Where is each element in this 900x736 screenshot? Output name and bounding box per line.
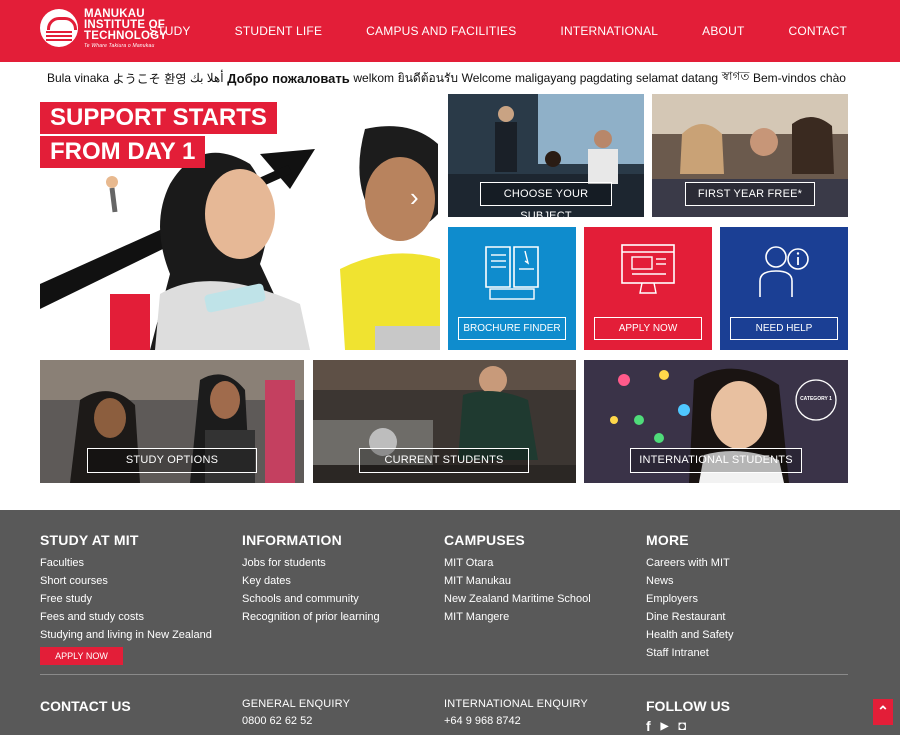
tile-apply-now[interactable]: APPLY NOW (584, 227, 712, 350)
footer-campuses-col: CAMPUSES MIT Otara MIT Manukau New Zeala… (444, 532, 591, 626)
footer-link-free-study[interactable]: Free study (40, 593, 92, 605)
person-info-icon (759, 246, 809, 297)
footer-study-col: STUDY AT MIT Faculties Short courses Fre… (40, 532, 212, 665)
hero-headline-1: SUPPORT STARTS (40, 102, 277, 134)
footer-more-col: MORE Careers with MIT News Employers Din… (646, 532, 733, 662)
tile-international-students[interactable]: CATEGORY 1 INTERNATIONAL STUDENTS (584, 360, 848, 483)
main-nav: STUDY STUDENT LIFE CAMPUS AND FACILITIES… (149, 0, 900, 62)
tile-first-year-free[interactable]: FIRST YEAR FREE* (652, 94, 848, 217)
footer-link-schools[interactable]: Schools and community (242, 593, 359, 605)
footer-link-faculties[interactable]: Faculties (40, 557, 84, 569)
welcome-dutch: welkom (353, 71, 395, 85)
welcome-japanese: ようこそ (112, 71, 161, 86)
footer-study-title: STUDY AT MIT (40, 532, 139, 548)
site-header: MANUKAU INSTITUTE OF TECHNOLOGY Te Whare… (0, 0, 900, 62)
nav-contact[interactable]: CONTACT (788, 24, 847, 38)
footer-international-enquiry: INTERNATIONAL ENQUIRY +64 9 968 8742 (444, 698, 588, 727)
footer-link-studying-living[interactable]: Studying and living in New Zealand (40, 629, 212, 641)
footer-divider (40, 674, 848, 675)
social-icons: f ▶ ◘ (646, 718, 730, 736)
footer-follow: FOLLOW US f ▶ ◘ (646, 698, 730, 736)
footer-link-key-dates[interactable]: Key dates (242, 575, 291, 587)
nav-about[interactable]: ABOUT (702, 24, 744, 38)
footer-link-health-safety[interactable]: Health and Safety (646, 629, 733, 641)
tile-need-help[interactable]: NEED HELP (720, 227, 848, 350)
footer-link-employers[interactable]: Employers (646, 593, 698, 605)
general-enquiry-label: GENERAL ENQUIRY (242, 698, 351, 710)
study-options-button[interactable]: STUDY OPTIONS (87, 448, 257, 473)
footer-link-maritime[interactable]: New Zealand Maritime School (444, 593, 591, 605)
welcome-vietnamese: chào (819, 71, 846, 85)
footer-information-title: INFORMATION (242, 532, 342, 548)
welcome-arabic: أهلا بك (189, 71, 224, 85)
carousel-prev-icon[interactable]: ‹ (58, 184, 67, 210)
footer-link-staff-intranet[interactable]: Staff Intranet (646, 647, 709, 659)
first-year-free-button[interactable]: FIRST YEAR FREE* (685, 182, 815, 206)
footer-link-careers[interactable]: Careers with MIT (646, 557, 730, 569)
carousel-next-icon[interactable]: › (410, 184, 419, 210)
footer-link-dine[interactable]: Dine Restaurant (646, 611, 726, 623)
footer-contact: CONTACT US (40, 698, 131, 714)
nav-study[interactable]: STUDY (149, 24, 191, 38)
current-students-button[interactable]: CURRENT STUDENTS (359, 448, 529, 473)
hero-headline-2: FROM DAY 1 (40, 136, 206, 168)
footer-link-news[interactable]: News (646, 575, 674, 587)
footer-apply-now-button[interactable]: APPLY NOW (40, 647, 123, 665)
need-help-button[interactable]: NEED HELP (730, 317, 838, 340)
international-enquiry-phone[interactable]: +64 9 968 8742 (444, 715, 588, 727)
hero-carousel[interactable]: SUPPORT STARTS FROM DAY 1 ‹ › (40, 94, 440, 350)
tile-current-students[interactable]: CURRENT STUDENTS (313, 360, 576, 483)
footer-link-mangere[interactable]: MIT Mangere (444, 611, 509, 623)
welcome-languages: Bula vinaka ようこそ 환영 أهلا بك Добро пожало… (0, 62, 900, 94)
footer-link-manukau[interactable]: MIT Manukau (444, 575, 511, 587)
footer-link-otara[interactable]: MIT Otara (444, 557, 493, 569)
brochure-finder-button[interactable]: BROCHURE FINDER (458, 317, 566, 340)
footer-campuses-title: CAMPUSES (444, 532, 525, 548)
nav-campus[interactable]: CAMPUS AND FACILITIES (366, 24, 516, 38)
footer-follow-title: FOLLOW US (646, 698, 730, 714)
facebook-icon[interactable]: f (646, 718, 651, 736)
category-badge-text: CATEGORY 1 (800, 396, 832, 402)
footer-link-jobs[interactable]: Jobs for students (242, 557, 326, 569)
footer-link-short-courses[interactable]: Short courses (40, 575, 108, 587)
nav-international[interactable]: INTERNATIONAL (560, 24, 658, 38)
welcome-thai: ยินดีต้อนรับ (397, 70, 458, 85)
footer-information-col: INFORMATION Jobs for students Key dates … (242, 532, 380, 626)
welcome-fijian: Bula vinaka (47, 71, 110, 85)
footer-more-title: MORE (646, 532, 689, 548)
welcome-russian: Добро пожаловать (227, 70, 350, 86)
apply-now-tile-button[interactable]: APPLY NOW (594, 317, 702, 340)
international-students-button[interactable]: INTERNATIONAL STUDENTS (630, 448, 802, 473)
instagram-icon[interactable]: ◘ (678, 718, 686, 736)
footer-general-enquiry: GENERAL ENQUIRY 0800 62 62 52 (242, 698, 350, 727)
welcome-malay: selamat datang (636, 71, 719, 85)
logo-mark-icon (40, 9, 78, 47)
footer-link-rpl[interactable]: Recognition of prior learning (242, 611, 380, 623)
nav-student-life[interactable]: STUDENT LIFE (235, 24, 323, 38)
computer-form-icon (621, 244, 675, 294)
welcome-korean: 환영 (164, 71, 187, 86)
brochure-book-icon (485, 246, 539, 300)
tile-brochure-finder[interactable]: BROCHURE FINDER (448, 227, 576, 350)
international-enquiry-label: INTERNATIONAL ENQUIRY (444, 698, 588, 710)
footer-contact-title: CONTACT US (40, 698, 131, 714)
back-to-top-button[interactable]: ⌃ (873, 699, 893, 725)
tile-study-options[interactable]: STUDY OPTIONS (40, 360, 304, 483)
footer-link-fees[interactable]: Fees and study costs (40, 611, 144, 623)
welcome-portuguese: Bem-vindos (752, 71, 817, 85)
tile-choose-subject[interactable]: CHOOSE YOUR SUBJECT (448, 94, 644, 217)
site-footer: STUDY AT MIT Faculties Short courses Fre… (0, 510, 900, 735)
youtube-icon[interactable]: ▶ (661, 718, 669, 736)
choose-subject-button[interactable]: CHOOSE YOUR SUBJECT (480, 182, 612, 217)
welcome-tagalog: maligayang pagdating (514, 71, 633, 85)
welcome-bengali: স্বাগত (721, 69, 750, 83)
welcome-english: Welcome (461, 71, 512, 85)
general-enquiry-phone[interactable]: 0800 62 62 52 (242, 715, 350, 727)
